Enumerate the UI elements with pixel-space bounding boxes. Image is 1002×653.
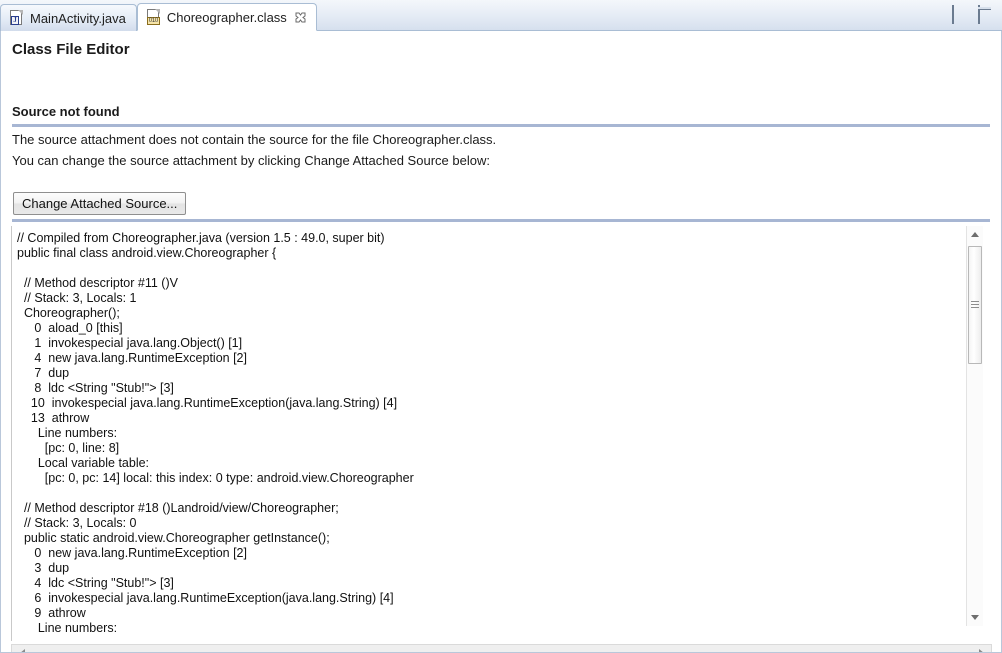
section-title: Source not found: [12, 104, 120, 119]
close-icon[interactable]: [295, 12, 306, 23]
java-file-icon: J: [10, 10, 24, 26]
tab-label: Choreographer.class: [166, 9, 287, 25]
class-file-icon: 010: [146, 9, 161, 25]
tab-mainactivity-java[interactable]: J MainActivity.java: [0, 4, 137, 31]
minimize-icon[interactable]: [952, 5, 968, 24]
bytecode-text: // Compiled from Choreographer.java (ver…: [17, 231, 414, 635]
scrollbar-grip-icon: [971, 301, 979, 309]
window-controls: [952, 5, 994, 24]
message-line-2: You can change the source attachment by …: [12, 153, 490, 168]
scroll-down-icon[interactable]: [967, 609, 983, 626]
vertical-scrollbar[interactable]: [966, 226, 983, 626]
class-file-editor-window: J MainActivity.java 010 Choreographer.cl…: [0, 0, 1002, 653]
change-attached-source-button[interactable]: Change Attached Source...: [13, 192, 187, 215]
tab-choreographer-class[interactable]: 010 Choreographer.class: [136, 3, 317, 31]
bytecode-viewer: // Compiled from Choreographer.java (ver…: [11, 226, 992, 641]
editor-page: Class File Editor Source not found The s…: [0, 31, 1002, 653]
window-border-left: [0, 31, 1, 653]
editor-tab-bar: J MainActivity.java 010 Choreographer.cl…: [0, 0, 1002, 31]
tab-label: MainActivity.java: [30, 10, 126, 26]
vertical-scrollbar-thumb[interactable]: [968, 246, 982, 364]
class-file-icon-text: 010: [146, 17, 160, 25]
code-left-border: [11, 226, 12, 641]
divider-bottom: [12, 219, 990, 222]
code-scroll-area[interactable]: // Compiled from Choreographer.java (ver…: [13, 226, 965, 639]
divider-top: [12, 124, 990, 127]
message-line-1: The source attachment does not contain t…: [12, 132, 497, 147]
page-title: Class File Editor: [12, 41, 130, 58]
scroll-up-icon[interactable]: [967, 226, 983, 243]
maximize-icon[interactable]: [978, 5, 994, 24]
tab-strip: J MainActivity.java 010 Choreographer.cl…: [0, 0, 317, 31]
